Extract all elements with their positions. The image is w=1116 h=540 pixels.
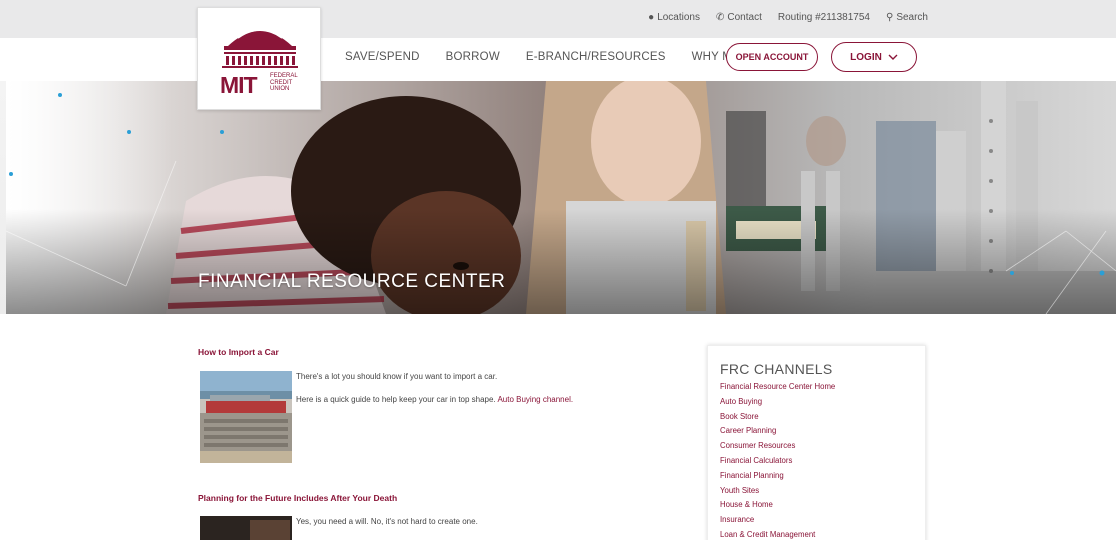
open-account-button[interactable]: OPEN ACCOUNT [726,43,818,71]
frc-channels-panel: FRC CHANNELS Financial Resource Center H… [707,345,926,540]
decorative-dot [220,130,224,134]
logo-fcu-text: FEDERAL CREDIT UNION [270,73,298,93]
article-text-planning-1: Yes, you need a will. No, it's not hard … [296,517,478,526]
frc-link-loan-credit[interactable]: Loan & Credit Management [720,528,835,540]
dome-icon [222,29,298,68]
decorative-dot [9,172,13,176]
frc-link-youth-sites[interactable]: Youth Sites [720,484,835,499]
article-text-import-car-2-body: Here is a quick guide to help keep your … [296,395,498,404]
article-thumbnail-ship[interactable] [200,371,292,463]
article-thumbnail-planning[interactable] [200,516,292,540]
chevron-down-icon [888,54,898,60]
hero-title: FINANCIAL RESOURCE CENTER [198,271,506,292]
auto-buying-channel-link[interactable]: Auto Buying channel. [497,395,573,404]
search-label: Search [896,12,928,23]
utility-links: ● Locations ✆ Contact Routing #211381754… [648,12,928,23]
search-link[interactable]: ⚲ Search [886,12,928,23]
nav-borrow[interactable]: BORROW [446,51,500,63]
logo-line-1: FEDERAL [270,73,298,79]
logo-mit-text: MIT [220,72,258,98]
nav-e-branch-resources[interactable]: E-BRANCH/RESOURCES [526,51,666,63]
locations-link[interactable]: ● Locations [648,12,700,23]
hero-image [6,81,1116,314]
contact-label: Contact [727,12,762,23]
login-button[interactable]: LOGIN [831,42,917,72]
routing-number: Routing #211381754 [777,12,870,23]
map-pin-icon: ● [648,12,655,23]
locations-label: Locations [657,12,700,23]
frc-link-home[interactable]: Financial Resource Center Home [720,380,835,395]
article-title-import-car[interactable]: How to Import a Car [198,347,279,357]
contact-link[interactable]: ✆ Contact [716,12,762,23]
phone-icon: ✆ [716,12,725,23]
utility-bar: ● Locations ✆ Contact Routing #211381754… [0,0,1116,38]
article-text-import-car-2: Here is a quick guide to help keep your … [296,395,573,404]
article-title-planning-future[interactable]: Planning for the Future Includes After Y… [198,493,397,503]
frc-link-insurance[interactable]: Insurance [720,513,835,528]
frc-channels-list: Financial Resource Center Home Auto Buyi… [720,380,835,540]
login-label: LOGIN [850,51,882,63]
frc-link-financial-calculators[interactable]: Financial Calculators [720,454,835,469]
frc-link-consumer-resources[interactable]: Consumer Resources [720,439,835,454]
search-icon: ⚲ [885,12,894,23]
decorative-dot [127,130,131,134]
page: ● Locations ✆ Contact Routing #211381754… [0,0,1116,540]
frc-channels-title: FRC CHANNELS [720,361,833,377]
main-nav: SAVE/SPEND BORROW E-BRANCH/RESOURCES WHY… [0,38,1116,81]
frc-link-house-home[interactable]: House & Home [720,498,835,513]
ship-image [200,371,292,463]
frc-link-career-planning[interactable]: Career Planning [720,424,835,439]
mit-fcu-logo[interactable]: MIT FEDERAL CREDIT UNION [197,7,321,110]
frc-link-book-store[interactable]: Book Store [720,410,835,425]
frc-link-auto-buying[interactable]: Auto Buying [720,395,835,410]
logo-line-3: UNION [270,86,290,92]
planning-image [200,516,292,540]
hero-banner: FINANCIAL RESOURCE CENTER [0,81,1116,314]
decorative-dot [58,93,62,97]
article-text-import-car-1: There's a lot you should know if you wan… [296,372,498,381]
frc-link-financial-planning[interactable]: Financial Planning [720,469,835,484]
nav-save-spend[interactable]: SAVE/SPEND [345,51,420,63]
